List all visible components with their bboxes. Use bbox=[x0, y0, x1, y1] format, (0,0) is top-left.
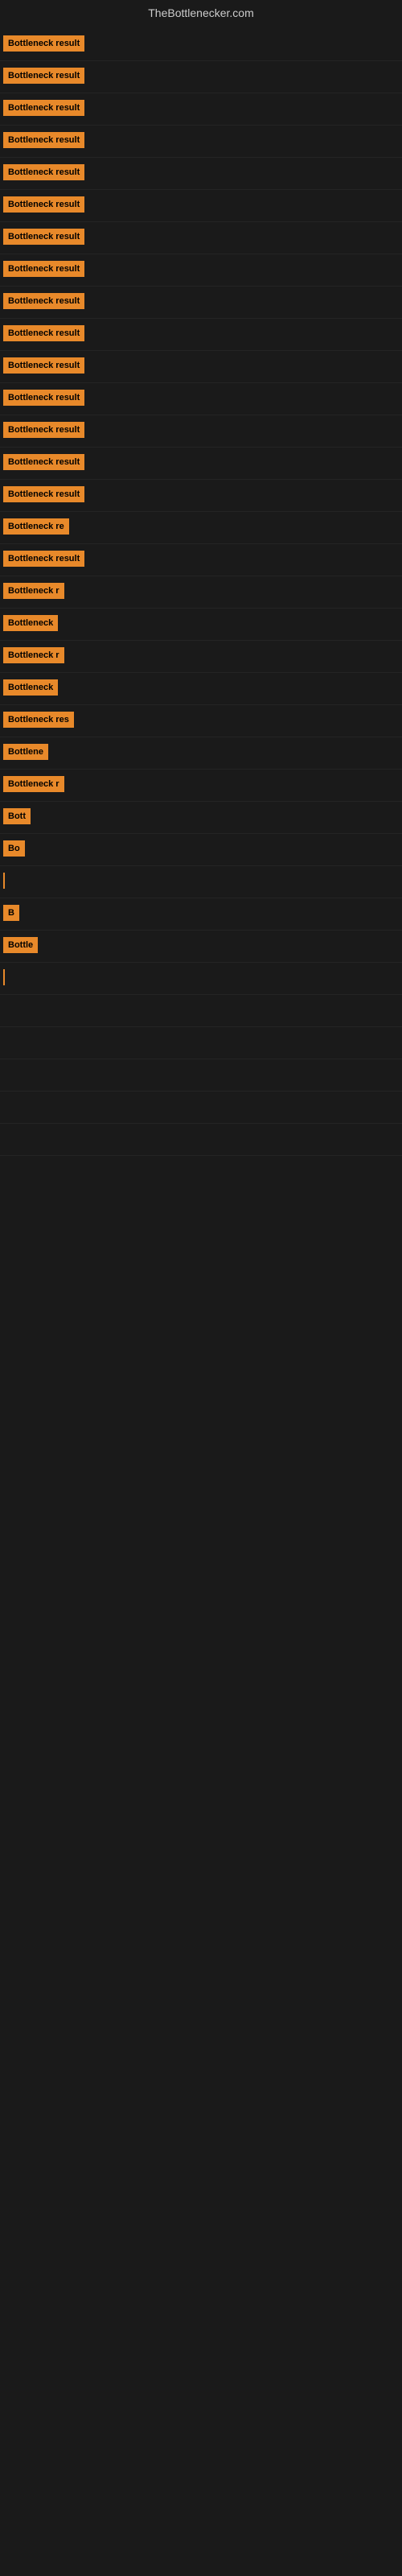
result-item-6: Bottleneck result bbox=[0, 190, 402, 222]
result-item-21: Bottleneck bbox=[0, 673, 402, 705]
result-item-27 bbox=[0, 866, 402, 898]
bottleneck-badge-24[interactable]: Bottleneck r bbox=[3, 776, 64, 792]
result-item-29: Bottle bbox=[0, 931, 402, 963]
result-item-5: Bottleneck result bbox=[0, 158, 402, 190]
bottleneck-badge-19[interactable]: Bottleneck bbox=[3, 615, 58, 631]
result-item-17: Bottleneck result bbox=[0, 544, 402, 576]
result-item-25: Bott bbox=[0, 802, 402, 834]
result-item-24: Bottleneck r bbox=[0, 770, 402, 802]
bottleneck-badge-1[interactable]: Bottleneck result bbox=[3, 35, 84, 52]
bottleneck-badge-10[interactable]: Bottleneck result bbox=[3, 325, 84, 341]
cursor-indicator-30 bbox=[3, 969, 5, 985]
result-item-9: Bottleneck result bbox=[0, 287, 402, 319]
bottleneck-badge-4[interactable]: Bottleneck result bbox=[3, 132, 84, 148]
bottleneck-badge-14[interactable]: Bottleneck result bbox=[3, 454, 84, 470]
results-container: Bottleneck result Bottleneck result Bottle… bbox=[0, 26, 402, 1159]
result-item-14: Bottleneck result bbox=[0, 448, 402, 480]
result-item-10: Bottleneck result bbox=[0, 319, 402, 351]
result-item-35 bbox=[0, 1124, 402, 1156]
bottleneck-badge-28[interactable]: B bbox=[3, 905, 19, 921]
bottleneck-badge-29[interactable]: Bottle bbox=[3, 937, 38, 953]
site-title: TheBottlenecker.com bbox=[0, 0, 402, 26]
result-item-3: Bottleneck result bbox=[0, 93, 402, 126]
bottleneck-badge-9[interactable]: Bottleneck result bbox=[3, 293, 84, 309]
bottleneck-badge-21[interactable]: Bottleneck bbox=[3, 679, 58, 696]
bottleneck-badge-8[interactable]: Bottleneck result bbox=[3, 261, 84, 277]
bottleneck-badge-17[interactable]: Bottleneck result bbox=[3, 551, 84, 567]
result-item-22: Bottleneck res bbox=[0, 705, 402, 737]
cursor-indicator-27 bbox=[3, 873, 5, 889]
bottleneck-badge-16[interactable]: Bottleneck re bbox=[3, 518, 69, 535]
result-item-13: Bottleneck result bbox=[0, 415, 402, 448]
bottleneck-badge-3[interactable]: Bottleneck result bbox=[3, 100, 84, 116]
bottleneck-badge-12[interactable]: Bottleneck result bbox=[3, 390, 84, 406]
site-header: TheBottlenecker.com bbox=[0, 0, 402, 26]
result-item-8: Bottleneck result bbox=[0, 254, 402, 287]
result-item-18: Bottleneck r bbox=[0, 576, 402, 609]
bottleneck-badge-22[interactable]: Bottleneck res bbox=[3, 712, 74, 728]
result-item-33 bbox=[0, 1059, 402, 1092]
result-item-32 bbox=[0, 1027, 402, 1059]
bottleneck-badge-13[interactable]: Bottleneck result bbox=[3, 422, 84, 438]
bottleneck-badge-25[interactable]: Bott bbox=[3, 808, 31, 824]
bottleneck-badge-11[interactable]: Bottleneck result bbox=[3, 357, 84, 374]
bottleneck-badge-6[interactable]: Bottleneck result bbox=[3, 196, 84, 213]
bottleneck-badge-23[interactable]: Bottlene bbox=[3, 744, 48, 760]
result-item-1: Bottleneck result bbox=[0, 29, 402, 61]
result-item-11: Bottleneck result bbox=[0, 351, 402, 383]
bottleneck-badge-5[interactable]: Bottleneck result bbox=[3, 164, 84, 180]
result-item-7: Bottleneck result bbox=[0, 222, 402, 254]
bottleneck-badge-2[interactable]: Bottleneck result bbox=[3, 68, 84, 84]
result-item-4: Bottleneck result bbox=[0, 126, 402, 158]
result-item-20: Bottleneck r bbox=[0, 641, 402, 673]
result-item-23: Bottlene bbox=[0, 737, 402, 770]
bottleneck-badge-20[interactable]: Bottleneck r bbox=[3, 647, 64, 663]
result-item-16: Bottleneck re bbox=[0, 512, 402, 544]
result-item-26: Bo bbox=[0, 834, 402, 866]
bottleneck-badge-7[interactable]: Bottleneck result bbox=[3, 229, 84, 245]
bottleneck-badge-15[interactable]: Bottleneck result bbox=[3, 486, 84, 502]
result-item-2: Bottleneck result bbox=[0, 61, 402, 93]
bottleneck-badge-26[interactable]: Bo bbox=[3, 840, 25, 857]
result-item-12: Bottleneck result bbox=[0, 383, 402, 415]
result-item-30 bbox=[0, 963, 402, 995]
result-item-34 bbox=[0, 1092, 402, 1124]
result-item-31 bbox=[0, 995, 402, 1027]
result-item-15: Bottleneck result bbox=[0, 480, 402, 512]
result-item-19: Bottleneck bbox=[0, 609, 402, 641]
result-item-28: B bbox=[0, 898, 402, 931]
bottleneck-badge-18[interactable]: Bottleneck r bbox=[3, 583, 64, 599]
